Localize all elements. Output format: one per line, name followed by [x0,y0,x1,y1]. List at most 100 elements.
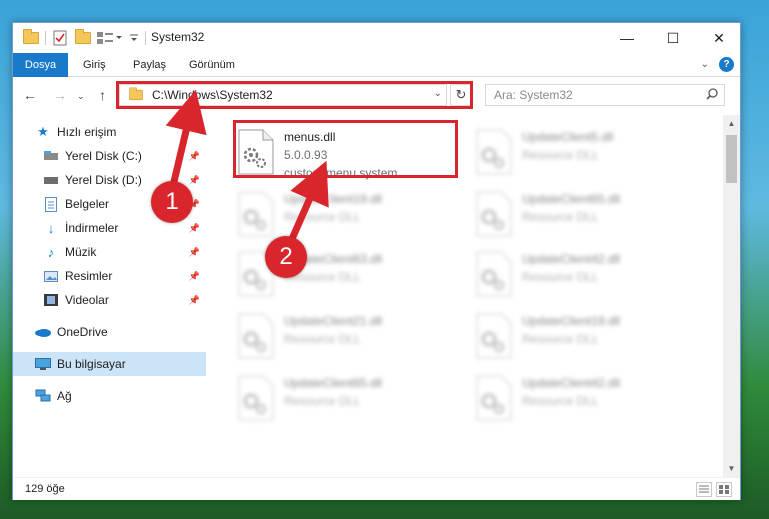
file-description: Resource DLL [284,332,361,346]
computer-icon [35,356,51,372]
back-button[interactable]: ← [23,87,37,103]
dll-file-icon [476,375,512,421]
navigation-bar: ← → ⌄ ↑ C:\Windows\System32 ⌄ ↻ Ara: Sys… [13,77,740,113]
tiles-view-icon[interactable] [716,482,732,497]
dll-file-icon [238,375,274,421]
sidebar-item-disk-c[interactable]: Yerel Disk (C:) 📌 [13,144,206,168]
downloads-icon: ↓ [47,220,55,236]
sidebar-item-network[interactable]: Ağ [13,384,206,408]
pin-icon[interactable]: 📌 [189,151,200,162]
file-description: Resource DLL [284,394,361,408]
file-description: Resource DLL [284,210,361,224]
sidebar-item-label: Ağ [57,389,72,403]
dll-file-icon [476,191,512,237]
file-item[interactable]: UpdateClient5.dll Resource DLL [473,123,703,181]
search-icon [706,88,718,100]
sidebar-item-quick-access[interactable]: ★ Hızlı erişim [13,120,206,144]
sidebar-item-music[interactable]: ♪ Müzik 📌 [13,240,206,264]
sidebar-item-label: Resimler [65,269,113,283]
documents-icon [43,196,59,212]
tab-file[interactable]: Dosya [13,53,68,77]
file-item[interactable]: UpdateClient65.dll Resource DLL [235,369,465,427]
pictures-icon [43,268,59,284]
sidebar-item-label: Müzik [65,245,97,259]
search-input[interactable]: Ara: System32 [485,84,725,106]
minimize-button[interactable]: — [604,23,650,53]
sidebar-item-label: Bu bilgisayar [57,357,126,371]
file-name: UpdateClient42.dll [522,376,621,390]
properties-icon[interactable] [53,30,67,46]
step2-badge: 2 [265,236,307,278]
sidebar-item-label: Hızlı erişim [57,125,117,139]
scroll-thumb[interactable] [726,135,737,183]
file-description: Resource DLL [522,210,599,224]
network-icon [35,388,51,404]
file-item[interactable]: UpdateClient19.dll Resource DLL [473,307,703,365]
file-name: UpdateClient21.dll [284,314,383,328]
file-item[interactable]: UpdateClient19.dll Resource DLL [235,185,465,243]
dll-file-icon [238,191,274,237]
file-description: Resource DLL [522,394,599,408]
dll-file-icon [238,313,274,359]
pin-icon[interactable]: 📌 [189,295,200,306]
file-item[interactable]: UpdateClient42.dll Resource DLL [473,245,703,303]
step1-badge: 1 [151,181,193,223]
pin-icon[interactable]: 📌 [189,247,200,258]
tab-share[interactable]: Paylaş [123,53,176,77]
dll-file-icon [476,251,512,297]
customize-qa-icon[interactable] [97,30,125,46]
sidebar-item-label: Belgeler [65,197,110,211]
music-icon: ♪ [47,244,55,260]
sidebar-item-onedrive[interactable]: OneDrive [13,320,206,344]
scroll-up-icon[interactable]: ▲ [723,115,740,132]
close-button[interactable]: ✕ [696,23,742,53]
sidebar-item-videos[interactable]: Videolar 📌 [13,288,206,312]
tab-home[interactable]: Giriş [73,53,116,77]
address-highlight [116,81,473,109]
sidebar-item-label: Yerel Disk (D:) [65,173,142,187]
sidebar-item-this-pc[interactable]: Bu bilgisayar [13,352,206,376]
file-name: UpdateClient19.dll [522,314,621,328]
search-placeholder: Ara: System32 [494,88,573,102]
vertical-scrollbar[interactable]: ▲ ▼ [723,115,740,477]
videos-icon [43,292,59,308]
item-count: 129 öğe [25,483,65,495]
help-icon[interactable]: ? [719,57,734,72]
folder-icon [23,29,39,46]
file-item[interactable]: UpdateClient21.dll Resource DLL [235,307,465,365]
navigation-pane: ★ Hızlı erişim Yerel Disk (C:) 📌 Yerel D… [13,115,206,467]
file-description: Resource DLL [522,148,599,162]
sidebar-item-label: Yerel Disk (C:) [65,149,142,163]
expand-ribbon-icon[interactable]: ⌄ [701,59,709,70]
file-item[interactable]: UpdateClient65.dll Resource DLL [473,185,703,243]
title-bar: System32 — ☐ ✕ [13,23,740,53]
scroll-down-icon[interactable]: ▼ [723,460,740,477]
file-name: UpdateClient19.dll [284,192,383,206]
chevron-down-icon[interactable] [129,30,139,46]
file-name: UpdateClient5.dll [522,130,614,144]
new-folder-icon[interactable] [75,29,91,46]
file-name: UpdateClient65.dll [522,192,621,206]
details-view-icon[interactable] [696,482,712,497]
sidebar-item-label: İndirmeler [65,221,119,235]
pin-icon[interactable]: 📌 [189,223,200,234]
star-icon: ★ [37,124,49,139]
up-button[interactable]: ↑ [99,87,106,103]
file-item[interactable]: UpdateClient42.dll Resource DLL [473,369,703,427]
sidebar-item-pictures[interactable]: Resimler 📌 [13,264,206,288]
drive-icon [43,148,59,164]
onedrive-icon [35,324,51,340]
tab-view[interactable]: Görünüm [179,53,245,77]
file-description: Resource DLL [522,332,599,346]
dll-file-icon [476,129,512,175]
pin-icon[interactable]: 📌 [189,271,200,282]
pin-icon[interactable]: 📌 [189,175,200,186]
drive-icon [43,172,59,188]
file-description: Resource DLL [522,270,599,284]
dll-file-icon [476,313,512,359]
recent-locations-icon[interactable]: ⌄ [77,91,85,102]
forward-button[interactable]: → [53,87,67,103]
file-highlight [233,120,458,178]
maximize-button[interactable]: ☐ [650,23,696,53]
ribbon-tabs: Dosya Giriş Paylaş Görünüm ⌄ ? [13,53,740,77]
